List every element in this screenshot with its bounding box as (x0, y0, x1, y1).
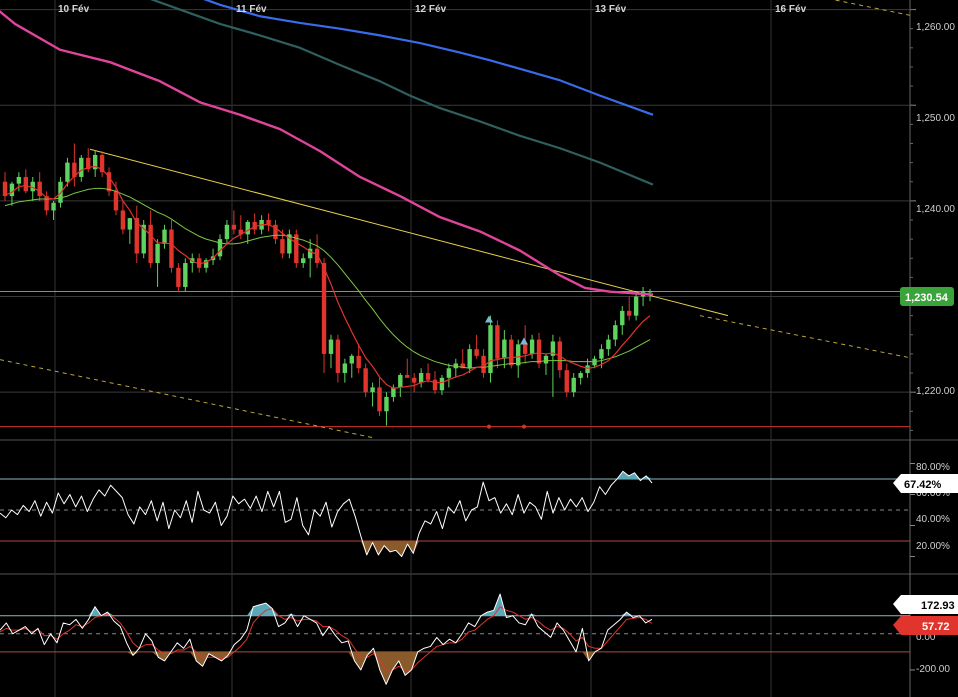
candle-body (231, 224, 237, 230)
candle-body (405, 374, 410, 378)
signal-dot (522, 424, 526, 429)
candle-body (377, 387, 382, 412)
candle-body (529, 339, 535, 354)
date-label-13: 13 Fév (595, 4, 627, 15)
candle-body (155, 243, 160, 264)
candle-body (502, 339, 507, 359)
candle-body (356, 355, 361, 369)
candle-body (543, 355, 549, 364)
candle-body (564, 370, 569, 393)
candle-body (23, 176, 29, 192)
candle-body (411, 377, 417, 383)
candle-body (266, 220, 271, 225)
candle-body (113, 191, 119, 211)
candle-body (626, 310, 632, 316)
candle-body (509, 339, 514, 366)
oscillator-2-main-badge: 172.93 (893, 595, 958, 614)
candle-body (349, 355, 354, 364)
candle-body (474, 349, 479, 356)
oscillator-1-value-badge: 67.42% (893, 474, 958, 493)
candle-body (418, 373, 424, 383)
date-label-12: 12 Fév (415, 4, 447, 15)
candle-body (495, 325, 500, 359)
candle-body (280, 239, 285, 254)
oscillator-2-signal-badge: 57.72 (893, 616, 958, 635)
candle-body (176, 267, 181, 287)
candle-body (571, 377, 576, 393)
candle-body (522, 344, 528, 354)
candle-body (585, 365, 590, 374)
candle-body (224, 224, 230, 240)
candle-body (9, 183, 15, 197)
osc2-signal-badge-text: 57.72 (922, 621, 950, 633)
date-label-16: 16 Fév (775, 4, 807, 15)
candle-body (51, 202, 56, 211)
candle-body (148, 224, 153, 264)
candle-body (398, 374, 403, 388)
osc1-tick-20: 20.00% (916, 541, 950, 552)
candle-body (321, 263, 327, 354)
candle-body (599, 349, 604, 359)
osc1-tick-40: 40.00% (916, 514, 950, 525)
candle-body (183, 263, 188, 287)
osc2-main-badge-text: 172.93 (921, 600, 955, 612)
candle-body (335, 339, 341, 374)
candle-body (217, 239, 223, 257)
candle-body (37, 181, 42, 197)
candle-body (79, 157, 84, 177)
candle-body (162, 229, 167, 244)
candle-body (647, 291, 653, 293)
osc1-tick-80: 80.00% (916, 462, 950, 473)
candle-body (425, 373, 431, 380)
current-price-badge: 1,230.54 (900, 287, 954, 306)
chart-background (0, 0, 958, 697)
candle-body (384, 396, 389, 412)
candle-body (467, 349, 472, 369)
candle-body (439, 377, 445, 391)
osc1-badge-text: 67.42% (904, 479, 942, 491)
candle-body (127, 218, 133, 230)
price-tick-1250: 1,250.00 (916, 113, 955, 124)
candle-body (342, 363, 348, 374)
candle-body (620, 310, 625, 326)
candle-body (65, 162, 70, 182)
price-tick-1220: 1,220.00 (916, 386, 955, 397)
candle-body (606, 339, 611, 350)
trading-chart: 10 Fév 11 Fév 12 Fév 13 Fév 16 Fév 1,260… (0, 0, 958, 697)
price-tick-1260: 1,260.00 (916, 22, 955, 33)
current-price-text: 1,230.54 (905, 292, 949, 304)
candle-body (613, 325, 618, 340)
candle-body (516, 344, 521, 366)
candle-body (578, 373, 583, 378)
osc2-tick-neg200: -200.00 (916, 664, 950, 675)
candle-body (301, 258, 306, 264)
candle-body (314, 248, 320, 264)
candle-body (536, 339, 542, 364)
candle-body (120, 210, 126, 230)
date-label-10: 10 Fév (58, 4, 90, 15)
date-label-11: 11 Fév (236, 4, 267, 15)
candle-body (16, 176, 22, 184)
candle-body (363, 368, 368, 393)
candle-body (370, 387, 375, 393)
signal-dot (487, 424, 491, 429)
candle-body (446, 368, 452, 378)
candle-body (245, 221, 250, 235)
candle-body (328, 339, 334, 354)
price-tick-1240: 1,240.00 (916, 204, 955, 215)
candle-body (169, 229, 174, 268)
candle-body (633, 296, 639, 316)
candle-body (432, 379, 438, 391)
